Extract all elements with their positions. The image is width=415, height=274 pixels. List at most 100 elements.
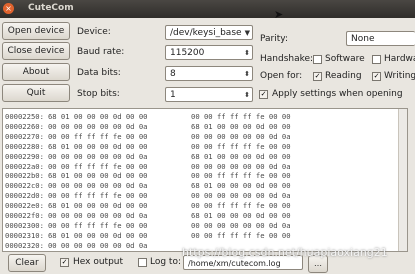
- open-for-label: Open for:: [260, 71, 303, 81]
- chevron-updown-icon: ⬍: [244, 91, 250, 99]
- apply-settings-label: Apply settings when opening: [272, 89, 403, 99]
- data-bits-label: Data bits:: [77, 68, 121, 78]
- data-bits-value: 8: [170, 69, 176, 79]
- chevron-updown-icon: ⬍: [244, 70, 250, 78]
- chevron-updown-icon: ⬍: [244, 49, 250, 57]
- chevron-down-icon: ▼: [244, 29, 250, 37]
- log-row: 00002260: 00 00 00 00 00 00 0d 0a 68 01 00…: [5, 121, 291, 131]
- log-address: 000022a0:: [5, 161, 44, 171]
- mouse-cursor-icon: ➤: [274, 8, 284, 21]
- log-hex-left: 00 00 00 00 00 00 0d 0a: [47, 181, 148, 191]
- open-device-button[interactable]: Open device: [2, 22, 70, 40]
- hardware-checkbox[interactable]: [372, 55, 381, 64]
- parity-combo[interactable]: None: [346, 31, 415, 46]
- baud-rate-value: 115200: [170, 48, 205, 58]
- log-hex-left: 00 00 ff ff ff fe 00 00: [47, 220, 148, 230]
- data-bits-combo[interactable]: 8 ⬍: [165, 66, 253, 81]
- log-hex-right: 00 00 ff ff ff fe 00 00: [191, 112, 291, 121]
- log-hex-left: 68 01 00 00 00 0d 00 00: [47, 201, 148, 211]
- log-hex-right: 68 01 00 00 00 0d 00 00: [191, 181, 291, 191]
- baud-rate-combo[interactable]: 115200 ⬍: [165, 45, 253, 60]
- log-row: 000022f0: 00 00 00 00 00 00 0d 0a 68 01 00…: [5, 211, 291, 220]
- log-to-checkbox[interactable]: [138, 258, 147, 267]
- log-row: 000022b0: 68 01 00 00 00 0d 00 00 00 00 ff…: [5, 171, 291, 181]
- device-label: Device:: [77, 27, 111, 37]
- software-label: Software: [325, 54, 365, 64]
- writing-label: Writing: [384, 71, 415, 81]
- about-button[interactable]: About: [2, 63, 70, 81]
- stop-bits-label: Stop bits:: [77, 89, 120, 99]
- log-hex-right: 00 00 00 00 00 00 0d 0a: [191, 131, 291, 141]
- log-address: 000022d0:: [5, 191, 44, 201]
- software-checkbox[interactable]: [313, 55, 322, 64]
- hardware-label: Hardwa: [384, 54, 415, 64]
- log-row: 00002310: 68 01 00 00 00 0d 00 00 00 00 ff…: [5, 230, 291, 240]
- close-device-button[interactable]: Close device: [2, 42, 70, 60]
- log-hex-left: 68 01 00 00 00 0d 00 00: [47, 112, 148, 121]
- log-row: 000022c0: 00 00 00 00 00 00 0d 0a 68 01 00…: [5, 181, 291, 191]
- log-hex-left: 00 00 00 00 00 00 0d 0a: [47, 121, 148, 131]
- log-hex-right: 00 00 ff ff ff fe 00 00: [191, 171, 291, 181]
- log-hex-left: 68 01 00 00 00 0d 00 00: [47, 171, 148, 181]
- log-hex-left: 68 01 00 00 00 0d 00 00: [47, 141, 148, 151]
- log-address: 000022b0:: [5, 171, 44, 181]
- log-hex-right: 00 00 ff ff ff fe 00 00: [191, 201, 291, 211]
- clear-button[interactable]: Clear: [8, 254, 46, 272]
- parity-label: Parity:: [260, 34, 288, 44]
- log-row: 00002270: 00 00 ff ff ff fe 00 00 00 00 00…: [5, 131, 291, 141]
- log-row: 000022e0: 68 01 00 00 00 0d 00 00 00 00 ff…: [5, 201, 291, 211]
- log-address: 00002320:: [5, 240, 44, 250]
- log-address: 00002250:: [5, 112, 44, 121]
- log-hex-right: 00 00 00 00 00 00 0d 0a: [191, 220, 291, 230]
- log-row: 00002300: 00 00 ff ff ff fe 00 00 00 00 00…: [5, 220, 291, 230]
- log-row: 000022d0: 00 00 ff ff ff fe 00 00 00 00 00…: [5, 191, 291, 201]
- stop-bits-combo[interactable]: 1 ⬍: [165, 87, 253, 102]
- reading-label: Reading: [325, 71, 362, 81]
- log-address: 000022e0:: [5, 201, 44, 211]
- handshake-label: Handshake:: [260, 54, 314, 64]
- device-combo[interactable]: /dev/keysi_base ▼: [165, 25, 253, 40]
- log-hex-right: 00 00 ff ff ff fe 00 00: [191, 230, 291, 240]
- watermark-text: https://blog.csdn.net/huapiaoxiang21: [182, 246, 388, 259]
- log-row: 00002320: 00 00 00 00 00 00 0d 0a: [5, 241, 147, 250]
- log-address: 00002270:: [5, 131, 44, 141]
- log-hex-right: 00 00 ff ff ff fe 00 00: [191, 141, 291, 151]
- log-hex-left: 00 00 ff ff ff fe 00 00: [47, 161, 148, 171]
- log-address: 00002280:: [5, 141, 44, 151]
- log-hex-left: 00 00 00 00 00 00 0d 0a: [47, 211, 148, 220]
- parity-value: None: [351, 34, 375, 44]
- baud-rate-label: Baud rate:: [77, 47, 125, 57]
- log-row: 00002250: 68 01 00 00 00 0d 00 00 00 00 ff…: [5, 112, 291, 121]
- log-row: 000022a0: 00 00 ff ff ff fe 00 00 00 00 00…: [5, 161, 291, 171]
- log-address: 00002310:: [5, 230, 44, 240]
- output-log[interactable]: 00002250: 68 01 00 00 00 0d 00 00 00 00 ff…: [2, 108, 408, 252]
- apply-settings-checkbox[interactable]: ✓: [259, 90, 268, 99]
- log-address: 00002300:: [5, 220, 44, 230]
- title-bar: × CuteCom ➤: [0, 0, 415, 21]
- log-hex-right: 68 01 00 00 00 0d 00 00: [191, 121, 291, 131]
- log-address: 000022c0:: [5, 181, 44, 191]
- log-address: 00002290:: [5, 151, 44, 161]
- log-row: 00002290: 00 00 00 00 00 00 0d 0a 68 01 00…: [5, 151, 291, 161]
- log-hex-left: 00 00 00 00 00 00 0d 0a: [47, 240, 148, 250]
- log-path-value: /home/xm/cutecom.log: [188, 259, 281, 268]
- cutecom-window: × CuteCom ➤ Open device Close device Abo…: [0, 0, 415, 274]
- log-hex-right: 00 00 00 00 00 00 0d 0a: [191, 161, 291, 171]
- hex-output-label: Hex output: [73, 257, 124, 267]
- log-hex-left: 00 00 ff ff ff fe 00 00: [47, 131, 148, 141]
- close-window-icon[interactable]: ×: [3, 3, 14, 14]
- output-scrollbar[interactable]: [398, 109, 407, 251]
- log-hex-left: 00 00 00 00 00 00 0d 0a: [47, 151, 148, 161]
- window-title: CuteCom: [28, 3, 74, 13]
- log-address: 00002260:: [5, 121, 44, 131]
- device-value: /dev/keysi_base: [170, 28, 242, 38]
- log-row: 00002280: 68 01 00 00 00 0d 00 00 00 00 ff…: [5, 141, 291, 151]
- reading-checkbox[interactable]: ✓: [313, 72, 322, 81]
- hex-output-checkbox[interactable]: ✓: [60, 258, 69, 267]
- writing-checkbox[interactable]: ✓: [372, 72, 381, 81]
- stop-bits-value: 1: [170, 90, 176, 100]
- quit-button[interactable]: Quit: [2, 84, 70, 102]
- log-hex-right: 00 00 00 00 00 00 0d 0a: [191, 191, 291, 201]
- log-hex-left: 68 01 00 00 00 0d 00 00: [47, 230, 148, 240]
- log-hex-right: 68 01 00 00 00 0d 00 00: [191, 211, 291, 220]
